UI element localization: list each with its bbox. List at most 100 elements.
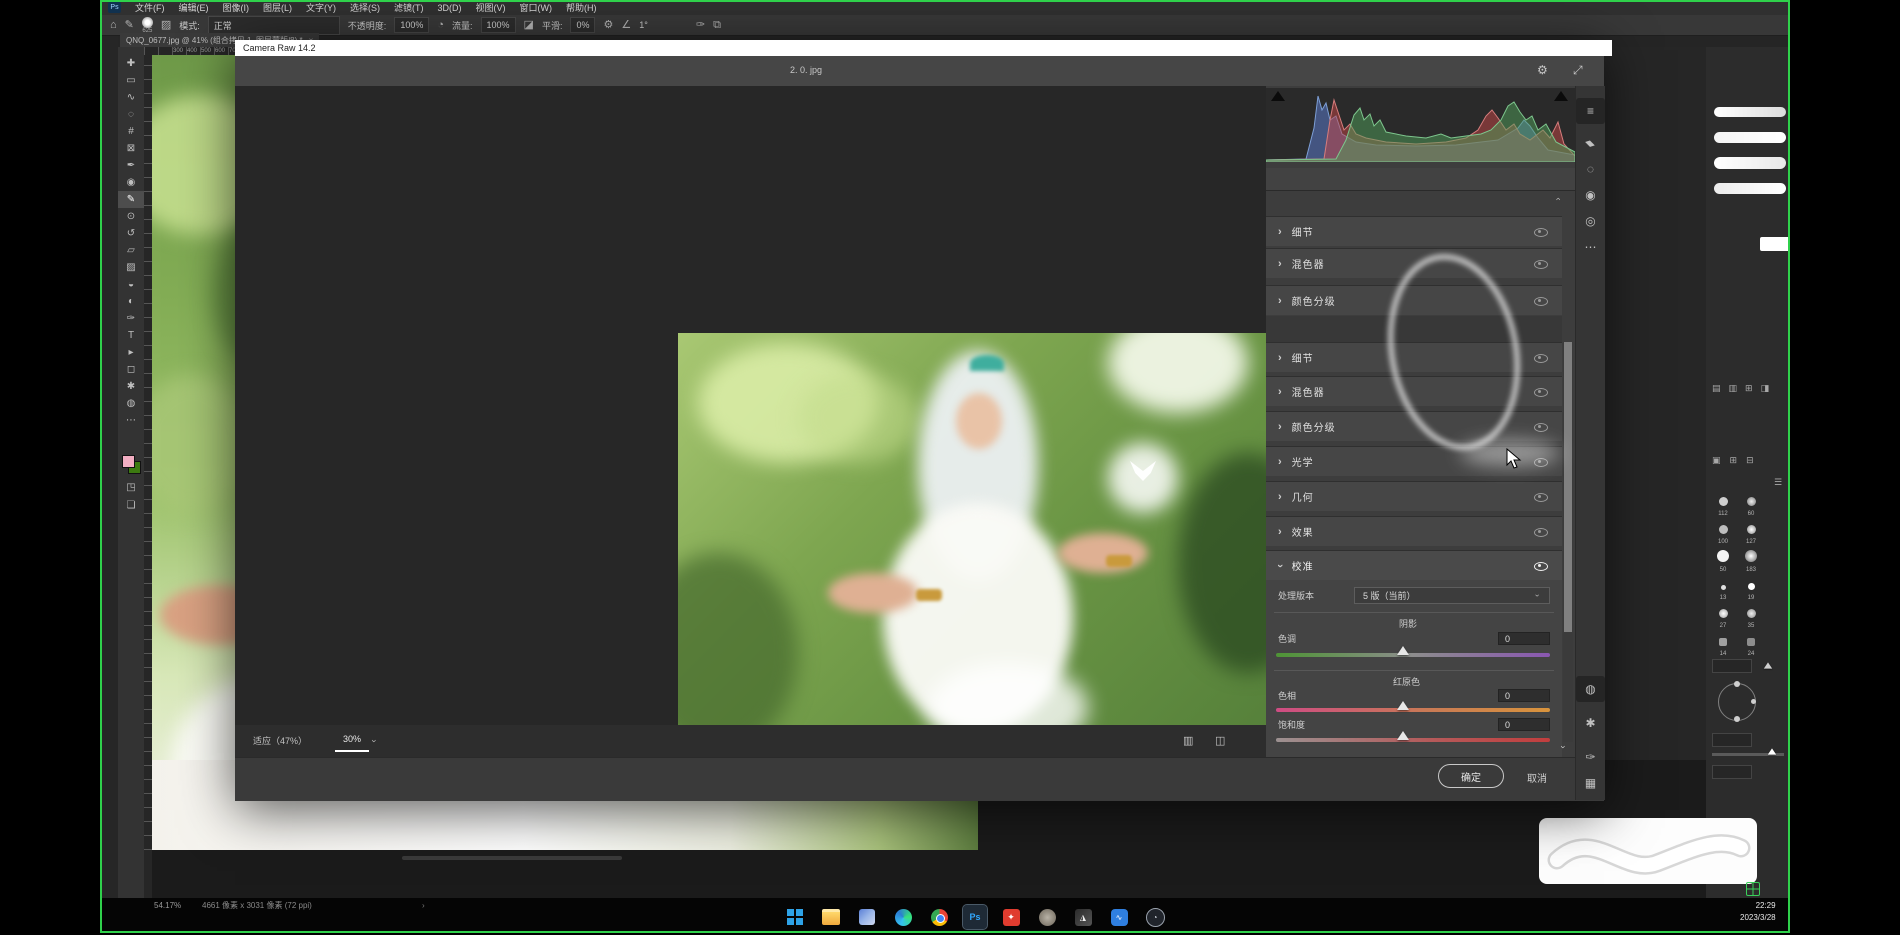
move-tool[interactable]: ✚ — [118, 55, 144, 72]
menu-file[interactable]: 文件(F) — [135, 1, 165, 14]
grid-overlay-toggle[interactable]: ▦ — [1576, 770, 1605, 796]
menu-select[interactable]: 选择(S) — [350, 1, 380, 14]
eye-icon[interactable] — [1534, 493, 1548, 502]
clone-stamp-tool[interactable]: ⊙ — [118, 208, 144, 225]
foreground-color-swatch[interactable] — [122, 455, 135, 468]
file-explorer-icon[interactable] — [819, 905, 843, 929]
more-tools[interactable]: ⋯ — [118, 412, 144, 429]
zoom-tool[interactable]: ◍ — [118, 395, 144, 412]
menu-3d[interactable]: 3D(D) — [438, 3, 462, 13]
zoom-level-value[interactable]: 30% — [335, 731, 369, 752]
symmetry-icon[interactable]: ✑ — [696, 20, 705, 31]
brush-tool[interactable]: ✎ — [118, 191, 144, 208]
hue-slider-thumb[interactable] — [1397, 701, 1409, 710]
hand-tool[interactable]: ✱ — [1576, 710, 1605, 736]
brush-item[interactable]: 24 — [1738, 633, 1764, 657]
brush-item[interactable]: 14 — [1710, 633, 1736, 657]
collapse-chevron-icon[interactable]: › — [1553, 198, 1563, 201]
type-tool[interactable]: T — [118, 327, 144, 344]
camera-raw-titlebar[interactable]: Camera Raw 14.2 — [235, 40, 1612, 56]
brush-item[interactable]: 35 — [1738, 605, 1764, 629]
presets-tool[interactable]: ◎ — [1576, 208, 1605, 234]
quick-mask-toggle[interactable]: ◳ — [118, 479, 144, 496]
highlight-clipping-icon[interactable] — [1554, 91, 1568, 101]
scroll-down-icon[interactable]: › — [1559, 746, 1569, 749]
settings-gear-icon[interactable]: ⚙ — [1537, 63, 1548, 77]
panel-scrollbar-track[interactable] — [1563, 342, 1573, 742]
eye-icon[interactable] — [1534, 354, 1548, 363]
crop-tool[interactable]: # — [118, 123, 144, 140]
smooth-value[interactable]: 0% — [570, 17, 595, 33]
recorder-app-icon[interactable] — [1035, 905, 1059, 929]
healing-tool[interactable]: ▰ — [1576, 130, 1605, 156]
section-detail[interactable]: › 细节 — [1266, 342, 1562, 372]
hue-value[interactable]: 0 — [1498, 689, 1550, 702]
brush-stroke-preset[interactable] — [1714, 107, 1786, 117]
color-swatches[interactable] — [122, 455, 140, 473]
zoom-tool[interactable]: ◍ — [1576, 676, 1605, 702]
status-zoom[interactable]: 54.17% — [154, 902, 181, 910]
slider-thumb[interactable] — [1764, 662, 1772, 668]
ok-button[interactable]: 确定 — [1438, 764, 1504, 788]
start-button[interactable] — [783, 905, 807, 929]
menu-window[interactable]: 窗口(W) — [520, 1, 553, 14]
eye-icon[interactable] — [1534, 228, 1548, 237]
brush-preset-picker[interactable]: 625 — [142, 17, 153, 34]
taskbar-clock[interactable]: 22:29 2023/3/28 — [1740, 900, 1776, 924]
brush-angle-dial[interactable] — [1718, 683, 1756, 721]
brush-item[interactable]: 27 — [1710, 605, 1736, 629]
menu-edit[interactable]: 编辑(E) — [179, 1, 209, 14]
delete-icon[interactable]: ⊟ — [1746, 455, 1754, 466]
panel-tab-icon[interactable]: ▥ — [1729, 383, 1738, 394]
healing-tool[interactable]: ◉ — [118, 174, 144, 191]
menu-view[interactable]: 视图(V) — [476, 1, 506, 14]
tint-slider-thumb[interactable] — [1397, 646, 1409, 655]
eyedropper-tool[interactable]: ✒ — [118, 157, 144, 174]
section-color-grading[interactable]: › 颜色分级 — [1266, 285, 1562, 315]
menu-layer[interactable]: 图层(L) — [263, 1, 292, 14]
cancel-button[interactable]: 取消 — [1527, 770, 1547, 785]
hand-tool[interactable]: ✱ — [118, 378, 144, 395]
white-balance-tool[interactable]: ✑ — [1576, 744, 1605, 770]
preview-area[interactable] — [235, 86, 1266, 725]
mode-select[interactable]: 正常 — [208, 16, 340, 35]
fit-zoom-label[interactable]: 适应（47%） — [253, 737, 307, 746]
eye-icon[interactable] — [1534, 297, 1548, 306]
process-version-select[interactable]: 5 版（当前） — [1354, 587, 1550, 604]
panel-menu-icon[interactable]: ☰ — [1774, 477, 1782, 488]
brush-size-field[interactable] — [1712, 659, 1752, 673]
gear-icon[interactable]: ⚙ — [603, 20, 613, 31]
tint-value[interactable]: 0 — [1498, 632, 1550, 645]
panel-tab-icon[interactable]: ◨ — [1761, 383, 1770, 394]
hue-slider[interactable] — [1276, 708, 1550, 712]
opacity-value[interactable]: 100% — [394, 17, 429, 33]
fullscreen-expand-icon[interactable]: ⤢ — [1573, 63, 1583, 78]
section-calibration[interactable]: › 校准 — [1266, 550, 1562, 580]
brush-stroke-preset[interactable] — [1714, 157, 1786, 169]
gradient-tool[interactable]: ▨ — [118, 259, 144, 276]
brush-item[interactable]: 19 — [1738, 577, 1764, 601]
before-after-toggle-icon[interactable]: ◫ — [1215, 734, 1225, 747]
saturation-slider-thumb[interactable] — [1397, 731, 1409, 740]
dodge-tool[interactable]: ◐ — [118, 293, 144, 310]
edit-tool[interactable]: ≡ — [1576, 98, 1605, 124]
capture-app-icon[interactable]: ◮ — [1071, 905, 1095, 929]
masking-tool[interactable]: ◌ — [1576, 156, 1605, 182]
panel-tab-icon[interactable]: ⊞ — [1745, 383, 1753, 394]
screen-mode-toggle[interactable]: ❏ — [118, 497, 144, 514]
photos-app-icon[interactable] — [855, 905, 879, 929]
tint-slider[interactable] — [1276, 653, 1550, 657]
airbrush-icon[interactable]: ◪ — [524, 20, 534, 31]
filmstrip-toggle-icon[interactable]: ▥ — [1183, 734, 1193, 747]
eye-icon[interactable] — [1534, 458, 1548, 467]
path-select-tool[interactable]: ▸ — [118, 344, 144, 361]
brush-stroke-preset[interactable] — [1714, 183, 1786, 194]
brush-stroke-preset[interactable] — [1714, 132, 1786, 143]
horizontal-scrollbar[interactable] — [402, 856, 622, 860]
panel-tab-icon[interactable]: ▤ — [1712, 383, 1721, 394]
eraser-tool[interactable]: ▱ — [118, 242, 144, 259]
red-eye-tool[interactable]: ◉ — [1576, 182, 1605, 208]
menu-filter[interactable]: 滤镜(T) — [394, 1, 424, 14]
frame-tool[interactable]: ⊠ — [118, 140, 144, 157]
photoshop-taskbar-icon[interactable]: Ps — [963, 905, 987, 929]
